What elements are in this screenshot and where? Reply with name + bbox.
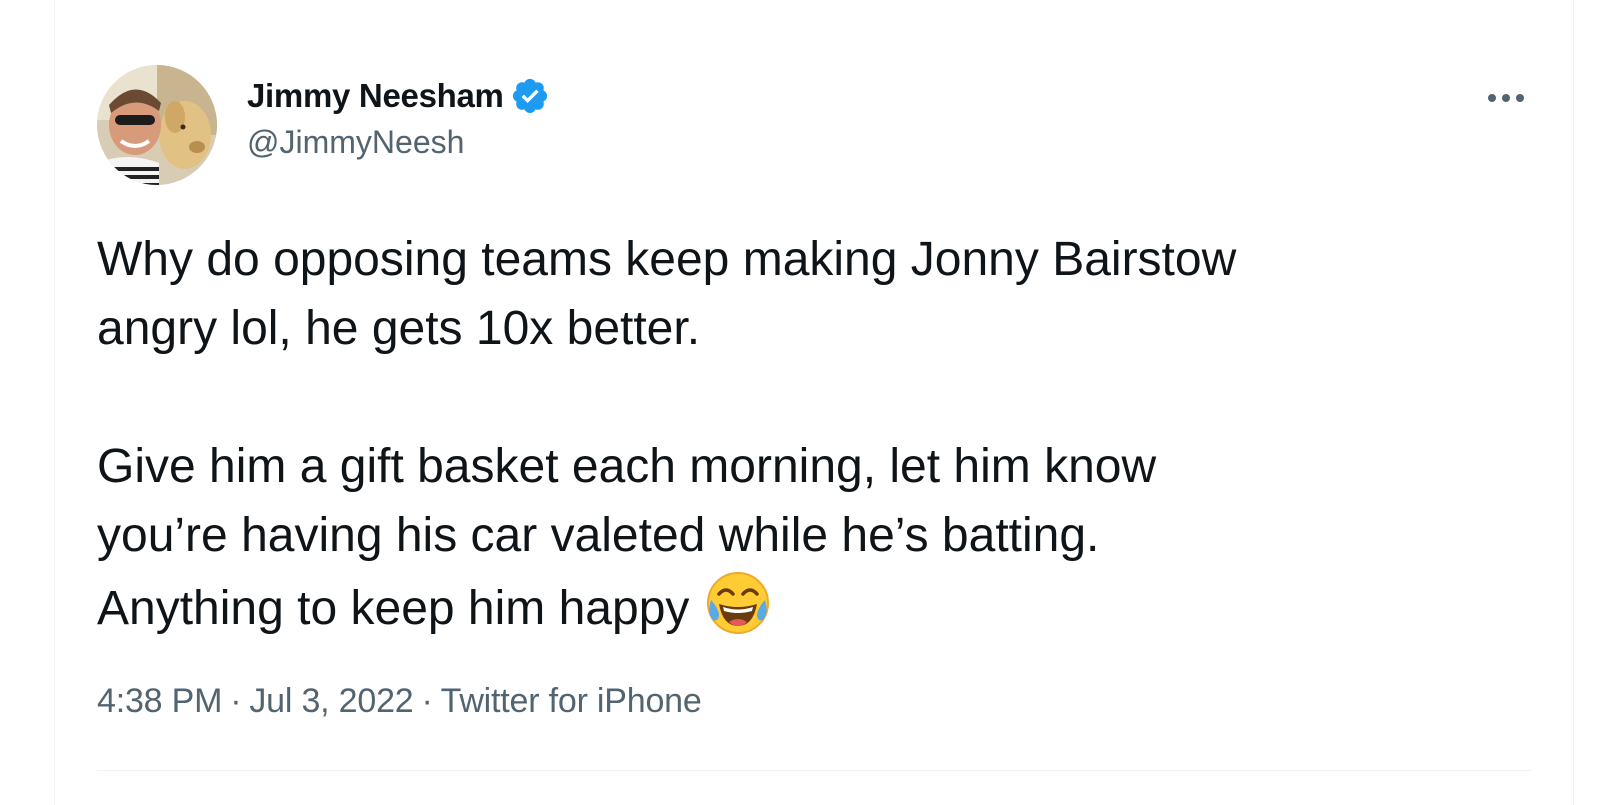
tweet-text-last-line: Anything to keep him happy <box>97 570 1497 643</box>
author-name-row: Jimmy Neesham <box>247 76 550 116</box>
author-display-name[interactable]: Jimmy Neesham <box>247 77 504 115</box>
tweet-metadata: 4:38 PM · Jul 3, 2022 · Twitter for iPhone <box>97 682 702 721</box>
tweet-card: Jimmy Neesham @JimmyNeesh Why do opposin… <box>54 0 1574 805</box>
more-options-icon <box>1488 94 1524 102</box>
tweet-author: Jimmy Neesham @JimmyNeesh <box>247 76 550 161</box>
tweet-time[interactable]: 4:38 PM <box>97 682 222 720</box>
avatar[interactable] <box>97 65 217 185</box>
tweet-text: Why do opposing teams keep making Jonny … <box>97 225 1497 643</box>
more-options-button[interactable] <box>1481 80 1531 116</box>
tweet-text-line: Anything to keep him happy <box>97 582 690 635</box>
meta-separator: · <box>421 682 433 720</box>
tweet-text-line: angry lol, he gets 10x better. <box>97 302 701 355</box>
tweet-text-line: Why do opposing teams keep making Jonny … <box>97 233 1237 286</box>
face-with-tears-of-joy-icon <box>705 570 771 636</box>
verified-badge-icon <box>510 76 550 116</box>
tweet-text-line: you’re having his car valeted while he’s… <box>97 509 1100 562</box>
profile-photo-avatar <box>97 65 217 185</box>
tweet-date[interactable]: Jul 3, 2022 <box>249 682 413 720</box>
author-handle[interactable]: @JimmyNeesh <box>247 124 550 161</box>
meta-separator: · <box>230 682 242 720</box>
tweet-source[interactable]: Twitter for iPhone <box>441 682 702 720</box>
tweet-text-line: Give him a gift basket each morning, let… <box>97 440 1157 493</box>
divider <box>97 770 1531 771</box>
